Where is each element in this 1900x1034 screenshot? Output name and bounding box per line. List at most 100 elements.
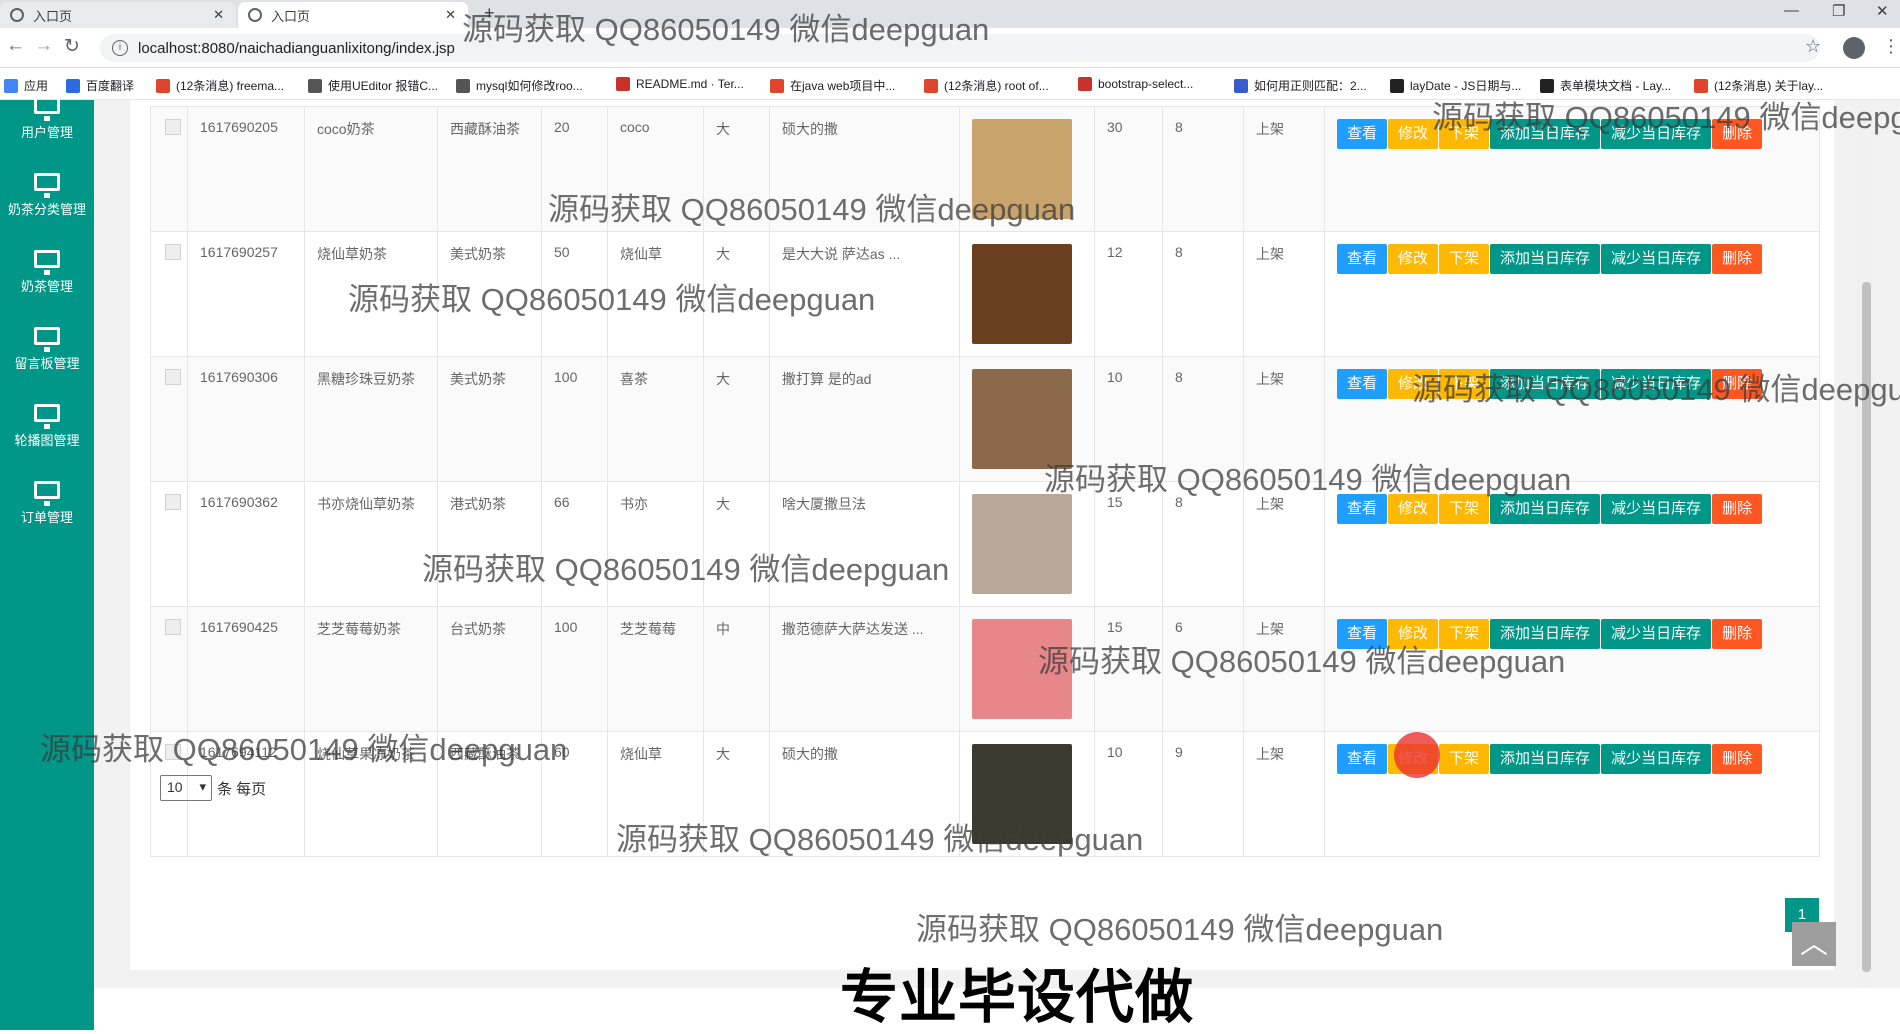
bookmark-item[interactable]: (12条消息) root of... bbox=[924, 77, 1049, 94]
checkbox-cell bbox=[150, 231, 188, 357]
cell-desc: 撒范德萨大萨达发送 ... bbox=[769, 606, 960, 732]
bookmark-item[interactable]: 百度翻译 bbox=[66, 77, 134, 94]
sidebar-item[interactable]: 留言板管理 bbox=[0, 327, 94, 397]
row-checkbox[interactable] bbox=[165, 369, 181, 385]
reduce-stock-button[interactable]: 减少当日库存 bbox=[1601, 744, 1712, 774]
bookmark-icon bbox=[308, 78, 322, 93]
cell-name: 黑糖珍珠豆奶茶 bbox=[304, 356, 438, 482]
url-text: localhost:8080/naichadianguanlixitong/in… bbox=[138, 39, 455, 57]
unlist-button[interactable]: 下架 bbox=[1439, 744, 1490, 774]
scrollbar[interactable] bbox=[1858, 100, 1875, 988]
bookmark-item[interactable]: 应用 bbox=[4, 77, 48, 94]
minimize-icon[interactable]: — bbox=[1784, 2, 1799, 19]
row-checkbox[interactable] bbox=[165, 619, 181, 635]
sidebar-item-label: 奶茶管理 bbox=[20, 279, 73, 294]
reduce-stock-button[interactable]: 减少当日库存 bbox=[1601, 494, 1712, 524]
checkbox-cell bbox=[150, 106, 188, 232]
bookmark-label: 如何用正则匹配：2... bbox=[1254, 79, 1367, 93]
monitor-icon bbox=[34, 96, 60, 121]
view-button[interactable]: 查看 bbox=[1337, 369, 1388, 399]
sidebar: 用户管理奶茶分类管理 奶茶管理留言板管理轮播图管理订单管理 bbox=[0, 96, 94, 1030]
cell-brand: 芝芝莓莓 bbox=[607, 606, 704, 732]
view-button[interactable]: 查看 bbox=[1337, 744, 1388, 774]
sidebar-item-label: 订单管理 bbox=[20, 510, 73, 525]
pagination-bar: 10 条 每页 bbox=[160, 775, 266, 801]
watermark-text: 源码获取 QQ86050149 微信deepguan bbox=[1412, 372, 1900, 407]
globe-icon bbox=[10, 8, 24, 22]
account-icon[interactable] bbox=[1843, 37, 1865, 59]
restore-icon[interactable]: ❐ bbox=[1832, 2, 1845, 20]
bookmark-label: bootstrap-select... bbox=[1098, 77, 1194, 91]
back-to-top-button[interactable]: ︿ bbox=[1792, 922, 1836, 966]
bookmark-label: README.md · Ter... bbox=[636, 77, 744, 91]
sidebar-item-label: 轮播图管理 bbox=[14, 433, 80, 448]
row-checkbox[interactable] bbox=[165, 244, 181, 260]
bookmark-label: 使用UEditor 报错C... bbox=[328, 79, 439, 93]
watermark-text: 源码获取 QQ86050149 微信deepguan bbox=[616, 822, 1144, 857]
cell-id: 1617690205 bbox=[187, 106, 305, 232]
sidebar-item[interactable]: 轮播图管理 bbox=[0, 404, 94, 474]
reduce-stock-button[interactable]: 减少当日库存 bbox=[1601, 244, 1712, 274]
reload-icon[interactable]: ↻ bbox=[64, 35, 80, 58]
add-stock-button[interactable]: 添加当日库存 bbox=[1490, 244, 1601, 274]
monitor-icon bbox=[34, 404, 60, 429]
view-button[interactable]: 查看 bbox=[1337, 244, 1388, 274]
menu-icon[interactable]: ⋮ bbox=[1882, 36, 1900, 57]
reduce-stock-button[interactable]: 减少当日库存 bbox=[1601, 619, 1712, 649]
bookmark-item[interactable]: 在java web项目中... bbox=[770, 77, 895, 94]
checkbox-cell bbox=[150, 606, 188, 732]
bookmark-item[interactable]: (12条消息) freema... bbox=[156, 77, 284, 94]
browser-tab[interactable]: 入口页 ✕ bbox=[0, 2, 236, 28]
sidebar-item-label: 奶茶分类管理 bbox=[7, 202, 86, 217]
bookmark-icon bbox=[4, 78, 18, 93]
edit-button[interactable]: 修改 bbox=[1388, 119, 1439, 149]
bookmark-item[interactable]: README.md · Ter... bbox=[616, 77, 744, 91]
forward-icon[interactable]: → bbox=[34, 35, 53, 57]
cell-name: coco奶茶 bbox=[304, 106, 438, 232]
bookmark-icon bbox=[924, 78, 938, 93]
delete-button[interactable]: 删除 bbox=[1712, 244, 1763, 274]
table-row: 1617690362 书亦烧仙草奶茶 港式奶茶 66 书亦大啥大厦撒旦法 15 8 上架 查看修… bbox=[150, 481, 1820, 607]
bookmark-icon bbox=[616, 77, 630, 91]
cell-name: 书亦烧仙草奶茶 bbox=[304, 481, 438, 607]
sidebar-item[interactable]: 用户管理 bbox=[0, 96, 94, 166]
unlist-button[interactable]: 下架 bbox=[1439, 244, 1490, 274]
monitor-icon bbox=[34, 173, 60, 198]
bookmark-item[interactable]: mysql如何修改roo... bbox=[456, 77, 583, 94]
watermark-text: 源码获取 QQ86050149 微信deepguan bbox=[1432, 100, 1900, 135]
row-checkbox[interactable] bbox=[165, 494, 181, 510]
watermark-text: 源码获取 QQ86050149 微信deepguan bbox=[1038, 644, 1566, 679]
bookmark-item[interactable]: 如何用正则匹配：2... bbox=[1234, 77, 1367, 94]
page-size-select[interactable]: 10 bbox=[160, 775, 212, 801]
bookmark-item[interactable]: 使用UEditor 报错C... bbox=[308, 77, 438, 94]
sidebar-item[interactable]: 订单管理 bbox=[0, 481, 94, 551]
cell-price: 100 bbox=[541, 356, 608, 482]
delete-button[interactable]: 删除 bbox=[1712, 494, 1763, 524]
close-window-icon[interactable]: ✕ bbox=[1876, 2, 1889, 20]
sidebar-item[interactable]: 奶茶分类管理 bbox=[0, 173, 94, 243]
cell-c2: 8 bbox=[1162, 481, 1244, 607]
edit-button[interactable]: 修改 bbox=[1388, 244, 1439, 274]
watermark-text: 源码获取 QQ86050149 微信deepguan bbox=[40, 732, 568, 767]
delete-button[interactable]: 删除 bbox=[1712, 744, 1763, 774]
bookmark-star-icon[interactable]: ☆ bbox=[1805, 36, 1821, 57]
delete-button[interactable]: 删除 bbox=[1712, 619, 1763, 649]
cell-category: 美式奶茶 bbox=[437, 356, 542, 482]
checkbox-cell bbox=[150, 356, 188, 482]
browser-tab-active[interactable]: 入口页 ✕ bbox=[238, 2, 468, 28]
tab-title: 入口页 bbox=[33, 8, 73, 24]
cell-c1: 15 bbox=[1094, 481, 1163, 607]
site-info-icon[interactable]: i bbox=[112, 40, 128, 56]
bookmark-item[interactable]: bootstrap-select... bbox=[1078, 77, 1193, 91]
close-tab-icon[interactable]: ✕ bbox=[445, 7, 456, 23]
close-tab-icon[interactable]: ✕ bbox=[213, 7, 224, 23]
row-checkbox[interactable] bbox=[165, 119, 181, 135]
sidebar-item[interactable]: 奶茶管理 bbox=[0, 250, 94, 320]
watermark-text: 源码获取 QQ86050149 微信deepguan bbox=[548, 192, 1076, 227]
bookmark-label: 应用 bbox=[24, 79, 49, 93]
watermark-text: 源码获取 QQ86050149 微信deepguan bbox=[1044, 462, 1572, 497]
action-buttons: 查看修改下架添加当日库存减少当日库存删除 bbox=[1337, 244, 1819, 274]
back-icon[interactable]: ← bbox=[6, 35, 25, 57]
view-button[interactable]: 查看 bbox=[1337, 119, 1388, 149]
add-stock-button[interactable]: 添加当日库存 bbox=[1490, 744, 1601, 774]
